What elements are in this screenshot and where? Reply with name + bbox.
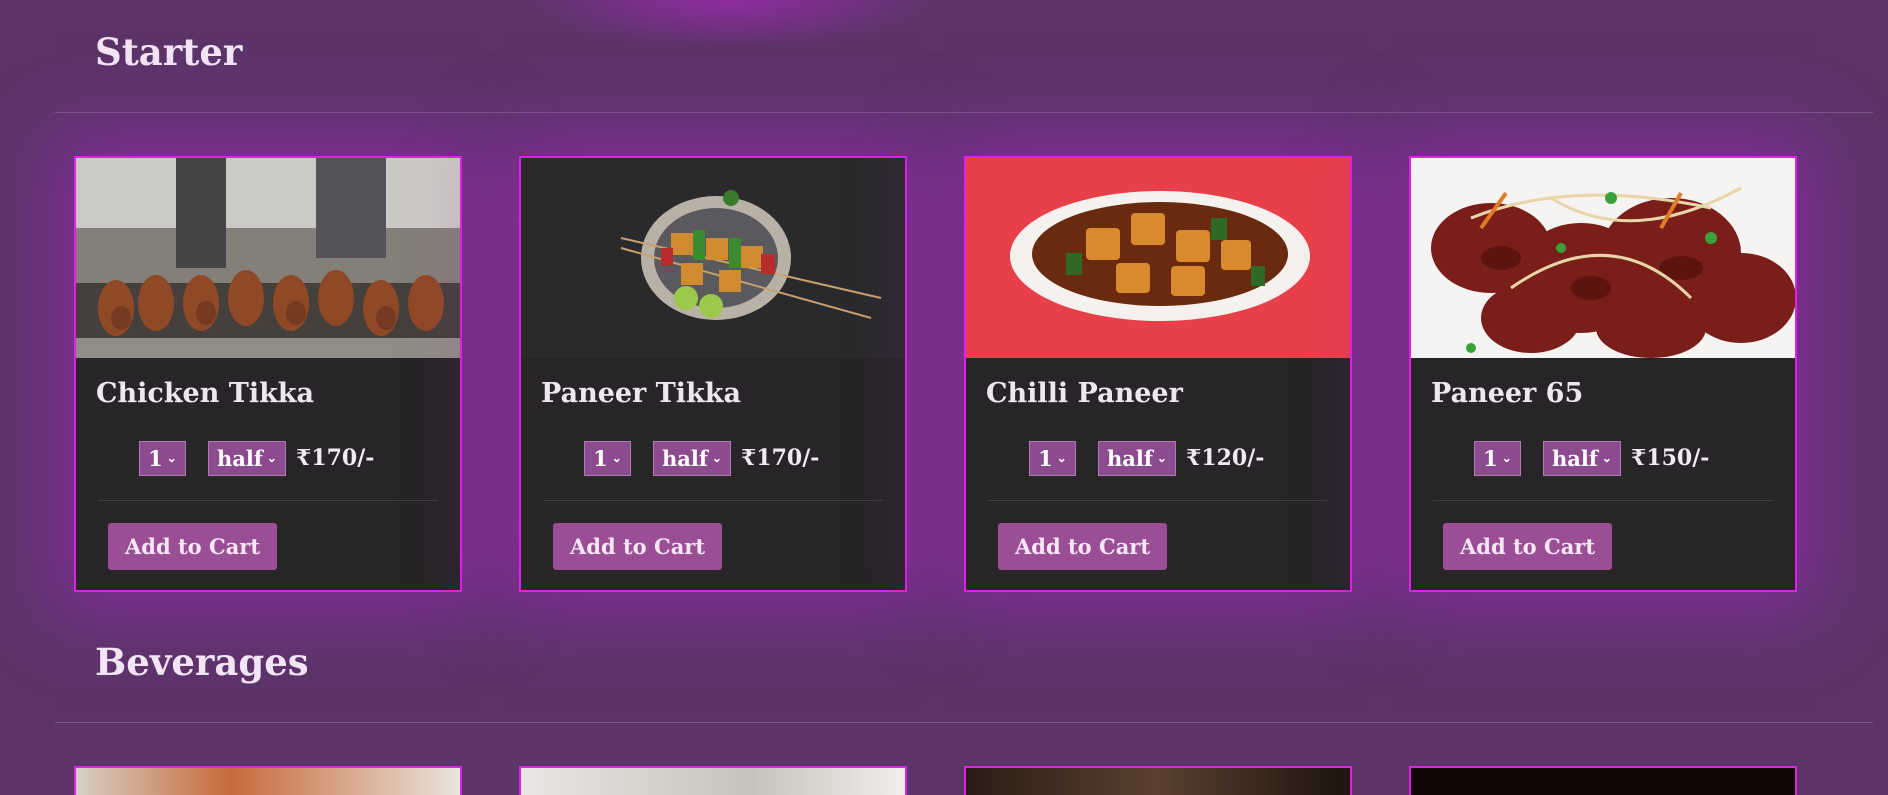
portion-value: half xyxy=(662,445,708,471)
menu-card: Chilli Paneer 1 ⌄ half ⌄ ₹120/- Add to C… xyxy=(964,156,1352,592)
item-name: Paneer Tikka xyxy=(541,378,741,409)
menu-card xyxy=(1409,766,1797,795)
menu-card: Paneer Tikka 1 ⌄ half ⌄ ₹170/- Add to Ca… xyxy=(519,156,907,592)
item-controls: 1 ⌄ half ⌄ ₹170/- xyxy=(521,422,905,482)
chevron-down-icon: ⌄ xyxy=(711,451,722,465)
item-name: Chicken Tikka xyxy=(96,378,314,409)
item-controls: 1 ⌄ half ⌄ ₹120/- xyxy=(966,422,1350,482)
section-title: Starter xyxy=(95,30,243,74)
section-header-beverages: Beverages xyxy=(55,640,1873,723)
item-price: ₹120/- xyxy=(1186,445,1265,471)
add-to-cart-button[interactable]: Add to Cart xyxy=(998,523,1168,570)
chevron-down-icon: ⌄ xyxy=(1056,451,1067,465)
add-to-cart-button[interactable]: Add to Cart xyxy=(1443,523,1613,570)
portion-value: half xyxy=(217,445,263,471)
menu-page: Starter Chicken Tikka 1 ⌄ half ⌄ ₹170/- … xyxy=(0,0,1888,795)
food-image xyxy=(966,158,1350,358)
quantity-value: 1 xyxy=(1038,445,1053,471)
chevron-down-icon: ⌄ xyxy=(166,451,177,465)
item-price: ₹150/- xyxy=(1631,445,1710,471)
portion-select[interactable]: half ⌄ xyxy=(1543,440,1621,476)
menu-card: Paneer 65 1 ⌄ half ⌄ ₹150/- Add to Cart xyxy=(1409,156,1797,592)
quantity-select[interactable]: 1 ⌄ xyxy=(1474,440,1521,476)
item-name: Chilli Paneer xyxy=(986,378,1183,409)
portion-value: half xyxy=(1107,445,1153,471)
food-image xyxy=(521,158,905,358)
food-image xyxy=(1411,158,1795,358)
chevron-down-icon: ⌄ xyxy=(1601,451,1612,465)
add-to-cart-button[interactable]: Add to Cart xyxy=(108,523,278,570)
add-to-cart-button[interactable]: Add to Cart xyxy=(553,523,723,570)
food-image xyxy=(76,768,460,795)
quantity-value: 1 xyxy=(593,445,608,471)
portion-select[interactable]: half ⌄ xyxy=(653,440,731,476)
item-price: ₹170/- xyxy=(741,445,820,471)
chevron-down-icon: ⌄ xyxy=(266,451,277,465)
menu-card xyxy=(519,766,907,795)
food-image xyxy=(521,768,905,795)
section-title: Beverages xyxy=(95,640,309,684)
food-image xyxy=(1411,768,1795,795)
quantity-value: 1 xyxy=(148,445,163,471)
quantity-select[interactable]: 1 ⌄ xyxy=(139,440,186,476)
item-controls: 1 ⌄ half ⌄ ₹150/- xyxy=(1411,422,1795,482)
portion-value: half xyxy=(1552,445,1598,471)
portion-select[interactable]: half ⌄ xyxy=(1098,440,1176,476)
chevron-down-icon: ⌄ xyxy=(1156,451,1167,465)
quantity-select[interactable]: 1 ⌄ xyxy=(584,440,631,476)
menu-card xyxy=(74,766,462,795)
section-header-starter: Starter xyxy=(55,30,1873,113)
quantity-select[interactable]: 1 ⌄ xyxy=(1029,440,1076,476)
quantity-value: 1 xyxy=(1483,445,1498,471)
menu-card xyxy=(964,766,1352,795)
item-name: Paneer 65 xyxy=(1431,378,1584,409)
food-image xyxy=(76,158,460,358)
chevron-down-icon: ⌄ xyxy=(611,451,622,465)
chevron-down-icon: ⌄ xyxy=(1501,451,1512,465)
food-image xyxy=(966,768,1350,795)
menu-card: Chicken Tikka 1 ⌄ half ⌄ ₹170/- Add to C… xyxy=(74,156,462,592)
item-price: ₹170/- xyxy=(296,445,375,471)
portion-select[interactable]: half ⌄ xyxy=(208,440,286,476)
item-controls: 1 ⌄ half ⌄ ₹170/- xyxy=(76,422,460,482)
